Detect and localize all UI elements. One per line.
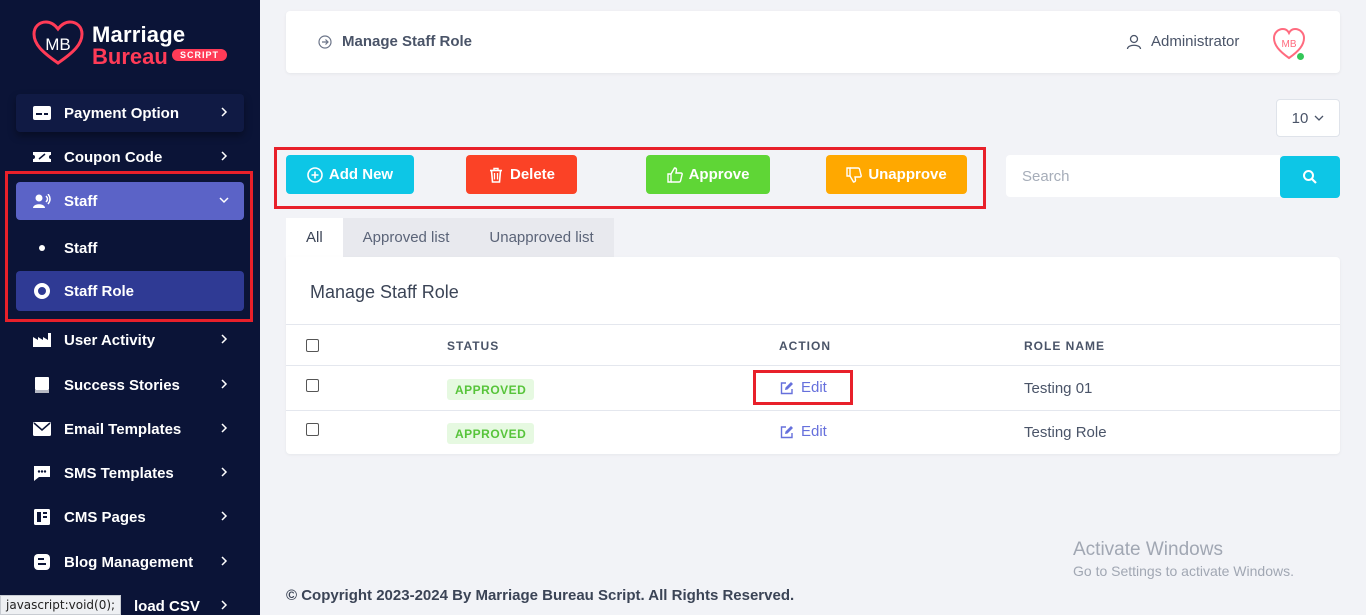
column-header-role-name: ROLE NAME — [1024, 339, 1105, 353]
sidebar-item-label: load CSV — [134, 597, 200, 615]
tab-approved-list[interactable]: Approved list — [342, 218, 470, 257]
filter-tabs: All Approved list Unapproved list — [286, 218, 614, 257]
row-checkbox[interactable] — [306, 423, 319, 436]
sidebar-item-payment-option[interactable]: Payment Option — [16, 94, 244, 132]
windows-activation-watermark: Activate Windows Go to Settings to activ… — [1073, 539, 1294, 579]
sidebar-item-blog-management[interactable]: Blog Management — [16, 543, 244, 581]
copyright-footer: © Copyright 2023-2024 By Marriage Bureau… — [286, 587, 795, 604]
status-badge: APPROVED — [447, 423, 535, 444]
brand-mark: MB — [45, 35, 71, 54]
chevron-down-icon — [1314, 115, 1324, 121]
edit-icon — [780, 425, 793, 438]
staff-role-card: Manage Staff Role STATUS ACTION ROLE NAM… — [286, 257, 1340, 454]
sidebar-item-success-stories[interactable]: Success Stories — [16, 366, 244, 404]
watermark-title: Activate Windows — [1073, 539, 1223, 560]
edit-link[interactable]: Edit — [780, 423, 827, 440]
search-button[interactable] — [1280, 156, 1340, 198]
role-name: Testing 01 — [1024, 380, 1093, 397]
search-icon — [1303, 170, 1317, 184]
highlight-box-staff-menu — [5, 171, 253, 322]
factory-icon — [33, 333, 51, 347]
sidebar-item-label: Email Templates — [64, 420, 182, 438]
highlight-box-edit — [753, 370, 853, 405]
avatar-mark: MB — [1282, 39, 1297, 50]
chevron-right-icon — [221, 107, 228, 117]
brand-name-line2: Bureau — [92, 44, 168, 69]
page-size-select[interactable]: 10 — [1276, 99, 1340, 137]
sidebar-item-label: User Activity — [64, 331, 156, 349]
user-icon — [1126, 34, 1142, 49]
table-row: APPROVED Edit Testing Role — [286, 411, 1340, 455]
sidebar-item-email-templates[interactable]: Email Templates — [16, 410, 244, 448]
card-title: Manage Staff Role — [310, 282, 459, 302]
search-input[interactable] — [1006, 155, 1280, 197]
chevron-right-icon — [221, 379, 228, 389]
sidebar-item-label: Success Stories — [64, 376, 180, 394]
ticket-icon — [33, 150, 51, 164]
sidebar: MB Marriage Bureau SCRIPT Payment Option… — [0, 0, 260, 615]
chevron-right-icon — [221, 556, 228, 566]
sidebar-item-cms-pages[interactable]: CMS Pages — [16, 498, 244, 536]
online-status-dot — [1296, 52, 1305, 61]
user-name: Administrator — [1151, 33, 1240, 50]
sidebar-item-label: Coupon Code — [64, 148, 163, 166]
book-icon — [33, 377, 51, 393]
sidebar-item-label: SMS Templates — [64, 464, 174, 482]
sidebar-item-label: Payment Option — [64, 104, 180, 122]
status-badge: APPROVED — [447, 379, 535, 400]
topbar: Manage Staff Role Administrator MB — [286, 11, 1340, 73]
chevron-right-icon — [221, 334, 228, 344]
sidebar-item-label: CMS Pages — [64, 508, 146, 526]
page-layout-icon — [33, 509, 51, 525]
column-header-status: STATUS — [447, 339, 500, 353]
watermark-subtitle: Go to Settings to activate Windows. — [1073, 563, 1294, 579]
tab-unapproved-list[interactable]: Unapproved list — [469, 218, 614, 257]
chevron-right-icon — [221, 467, 228, 477]
page-size-value: 10 — [1291, 109, 1309, 127]
role-name: Testing Role — [1024, 424, 1107, 441]
tab-all[interactable]: All — [286, 218, 343, 257]
brand-logo[interactable]: MB Marriage Bureau SCRIPT — [32, 16, 232, 70]
envelope-icon — [33, 422, 51, 436]
chat-bubble-icon — [33, 466, 51, 481]
chevron-right-icon — [221, 600, 228, 610]
sidebar-item-user-activity[interactable]: User Activity — [16, 321, 244, 359]
sidebar-item-label: Blog Management — [64, 553, 194, 571]
page-title: Manage Staff Role — [342, 33, 473, 50]
highlight-box-action-buttons — [274, 147, 986, 209]
link-status-tooltip: javascript:void(0); — [0, 595, 122, 615]
column-header-action: ACTION — [779, 339, 831, 353]
user-menu[interactable]: Administrator — [1126, 33, 1239, 50]
brand-tag: SCRIPT — [172, 49, 228, 61]
arrow-circle-right-icon — [318, 34, 332, 49]
chevron-right-icon — [221, 511, 228, 521]
row-checkbox[interactable] — [306, 379, 319, 392]
edit-label: Edit — [801, 423, 827, 440]
credit-card-icon — [33, 106, 51, 120]
table-header: STATUS ACTION ROLE NAME — [286, 324, 1340, 366]
sidebar-item-sms-templates[interactable]: SMS Templates — [16, 454, 244, 492]
chevron-right-icon — [221, 151, 228, 161]
select-all-checkbox[interactable] — [306, 339, 319, 352]
heart-logo-icon: MB — [32, 20, 84, 65]
chevron-right-icon — [221, 423, 228, 433]
blogger-icon — [33, 554, 51, 570]
breadcrumb: Manage Staff Role — [318, 33, 472, 50]
